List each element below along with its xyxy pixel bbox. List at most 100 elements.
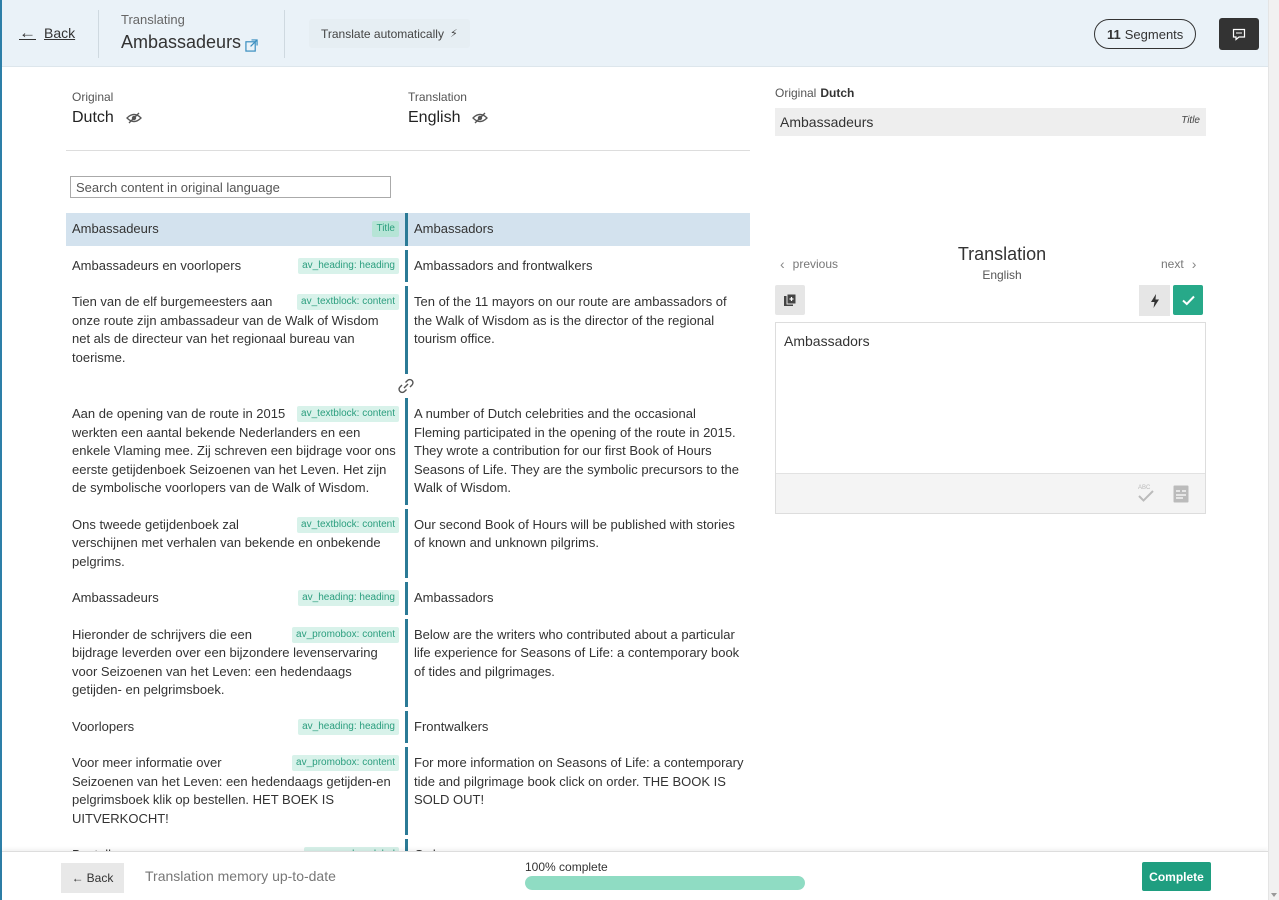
- segment-original: av_heading: heading Ambassadeurs en voor…: [66, 250, 405, 283]
- previous-label: previous: [792, 257, 839, 271]
- app-frame: ← Back Translating Ambassadeurs Translat…: [0, 0, 1268, 900]
- page-scrollbar[interactable]: [1268, 0, 1279, 900]
- scroll-down-arrow-icon[interactable]: [1271, 893, 1277, 897]
- translation-panel-title: Translation: [957, 244, 1047, 264]
- arrow-left-icon: ←: [19, 23, 36, 42]
- translation-memory-status: Translation memory up-to-date: [145, 868, 336, 884]
- progress-bar-fill: [525, 876, 805, 890]
- panel-original-label: Original Dutch: [775, 86, 854, 100]
- translation-textarea[interactable]: [776, 323, 1205, 473]
- divider: [66, 150, 750, 151]
- segment-original-text: Ambassadeurs en voorlopers: [72, 257, 242, 273]
- segment-original: av_promobox: content Hieronder de schrij…: [66, 619, 405, 707]
- original-language-name: Dutch: [72, 109, 114, 126]
- segment-translation: Ambassadors: [414, 590, 494, 605]
- segment-translation: For more information on Seasons of Life:…: [414, 755, 744, 807]
- segment-translation: Below are the writers who contributed ab…: [414, 626, 740, 679]
- segments-count: 11: [1107, 26, 1121, 42]
- editor-toolbar: ABC: [776, 473, 1205, 513]
- segment-row[interactable]: av_heading: heading Voorlopers Frontwalk…: [66, 710, 750, 744]
- segment-translation: Ambassadors: [414, 221, 494, 236]
- link-icon[interactable]: [395, 376, 417, 396]
- bottom-bar: ← Back Translation memory up-to-date 100…: [2, 851, 1268, 900]
- segment-tag: av_textblock: content: [297, 406, 399, 422]
- checkmark-icon: [1181, 295, 1195, 305]
- translation-editor: ABC: [775, 322, 1206, 514]
- copy-icon: [784, 293, 797, 306]
- segment-translation: Our second Book of Hours will be publish…: [414, 516, 735, 551]
- page-title: Ambassadeurs: [121, 32, 258, 53]
- back-link[interactable]: ← Back: [19, 24, 75, 41]
- auto-translate-segment-button[interactable]: [1139, 285, 1170, 316]
- segment-translation: A number of Dutch celebrities and the oc…: [414, 406, 739, 495]
- original-language-heading: Original Dutch: [72, 90, 142, 127]
- translation-language-name: English: [408, 109, 461, 126]
- segment-tag: av_heading: heading: [298, 718, 399, 735]
- page-title-text: Ambassadeurs: [121, 32, 242, 52]
- chevron-right-icon: ›: [1191, 256, 1197, 272]
- translation-label: Translation: [408, 90, 467, 104]
- svg-text:ABC: ABC: [1138, 485, 1151, 491]
- segment-tag: av_textblock: content: [297, 294, 399, 310]
- panel-original-tag: Title: [1181, 115, 1200, 126]
- comments-button[interactable]: [1219, 18, 1259, 50]
- external-link-icon[interactable]: [245, 39, 258, 52]
- search-input[interactable]: [70, 176, 391, 198]
- panel-original-label-text: Original: [775, 86, 817, 100]
- segments-count-button[interactable]: 11 Segments: [1094, 19, 1197, 49]
- spellcheck-icon[interactable]: ABC: [1137, 482, 1155, 504]
- segment-row[interactable]: Title Ambassadeurs Ambassadors: [66, 213, 750, 246]
- glossary-icon[interactable]: [1173, 485, 1189, 503]
- segment-tag: Title: [372, 221, 399, 237]
- segment-original: av_heading: heading Ambassadeurs: [66, 582, 405, 615]
- segments-label: Segments: [1124, 26, 1184, 42]
- segment-tag: av_heading: heading: [298, 590, 399, 606]
- segment-tag: av_promobox: content: [292, 755, 399, 771]
- chevron-left-icon: ‹: [780, 256, 785, 272]
- translation-panel-language: English: [982, 268, 1022, 282]
- confirm-segment-button[interactable]: [1173, 285, 1203, 315]
- segment-row[interactable]: av_textblock: content Aan de opening van…: [66, 398, 750, 505]
- lightning-icon: [1150, 293, 1159, 308]
- segment-row[interactable]: av_textblock: content Ons tweede getijde…: [66, 508, 750, 579]
- segment-row[interactable]: av_promobox: content Hieronder de schrij…: [66, 618, 750, 707]
- segment-original: av_promobox: content Voor meer informati…: [66, 747, 405, 835]
- header-divider: [284, 10, 285, 58]
- footer-back-label: Back: [86, 871, 114, 885]
- original-language: Dutch: [72, 109, 142, 127]
- translation-language: English: [408, 109, 489, 127]
- top-header: ← Back Translating Ambassadeurs Translat…: [2, 0, 1268, 67]
- complete-button[interactable]: Complete: [1142, 862, 1211, 891]
- progress-bar: [525, 876, 805, 890]
- translate-automatically-button[interactable]: Translate automatically ⚡︎: [309, 19, 470, 48]
- scrollbar-thumb[interactable]: [1271, 2, 1277, 882]
- comment-icon: [1232, 28, 1246, 41]
- segment-row[interactable]: av_heading: heading Ambassadeurs Ambassa…: [66, 582, 750, 615]
- segment-tag: av_promobox: content: [292, 626, 399, 643]
- previous-segment-button[interactable]: ‹ previous: [780, 256, 838, 272]
- footer-back-button[interactable]: ← Back: [61, 863, 124, 893]
- segment-row[interactable]: av_promobox: content Voor meer informati…: [66, 747, 750, 835]
- segment-original: av_heading: heading Voorlopers: [66, 711, 405, 744]
- segment-original: av_textblock: content Ons tweede getijde…: [66, 509, 405, 579]
- header-divider: [98, 10, 99, 58]
- eye-off-icon[interactable]: [472, 112, 489, 124]
- segment-original: av_textblock: content Tien van de elf bu…: [66, 286, 405, 374]
- next-segment-button[interactable]: next ›: [1161, 256, 1196, 272]
- segment-translation: Ambassadors and frontwalkers: [414, 257, 593, 273]
- translation-language-heading: Translation English: [408, 90, 489, 127]
- segment-translation: Ten of the 11 mayors on our route are am…: [414, 294, 727, 346]
- segment-row[interactable]: av_textblock: content Tien van de elf bu…: [66, 286, 750, 374]
- segment-row[interactable]: av_heading: heading Ambassadeurs en voor…: [66, 249, 750, 283]
- arrow-left-icon: ←: [71, 871, 84, 885]
- translate-automatically-label: Translate automatically: [321, 26, 444, 41]
- next-label: next: [1161, 257, 1184, 271]
- copy-original-button[interactable]: [775, 285, 805, 315]
- segment-link-gap: [66, 374, 750, 398]
- segment-original-text: Ambassadeurs: [72, 221, 159, 236]
- panel-original-language: Dutch: [820, 86, 855, 100]
- segment-original-text: Voorlopers: [72, 718, 135, 734]
- eye-off-icon[interactable]: [125, 112, 142, 124]
- original-label: Original: [72, 90, 114, 104]
- segments-list: Title Ambassadeurs Ambassadors av_headin…: [66, 213, 750, 872]
